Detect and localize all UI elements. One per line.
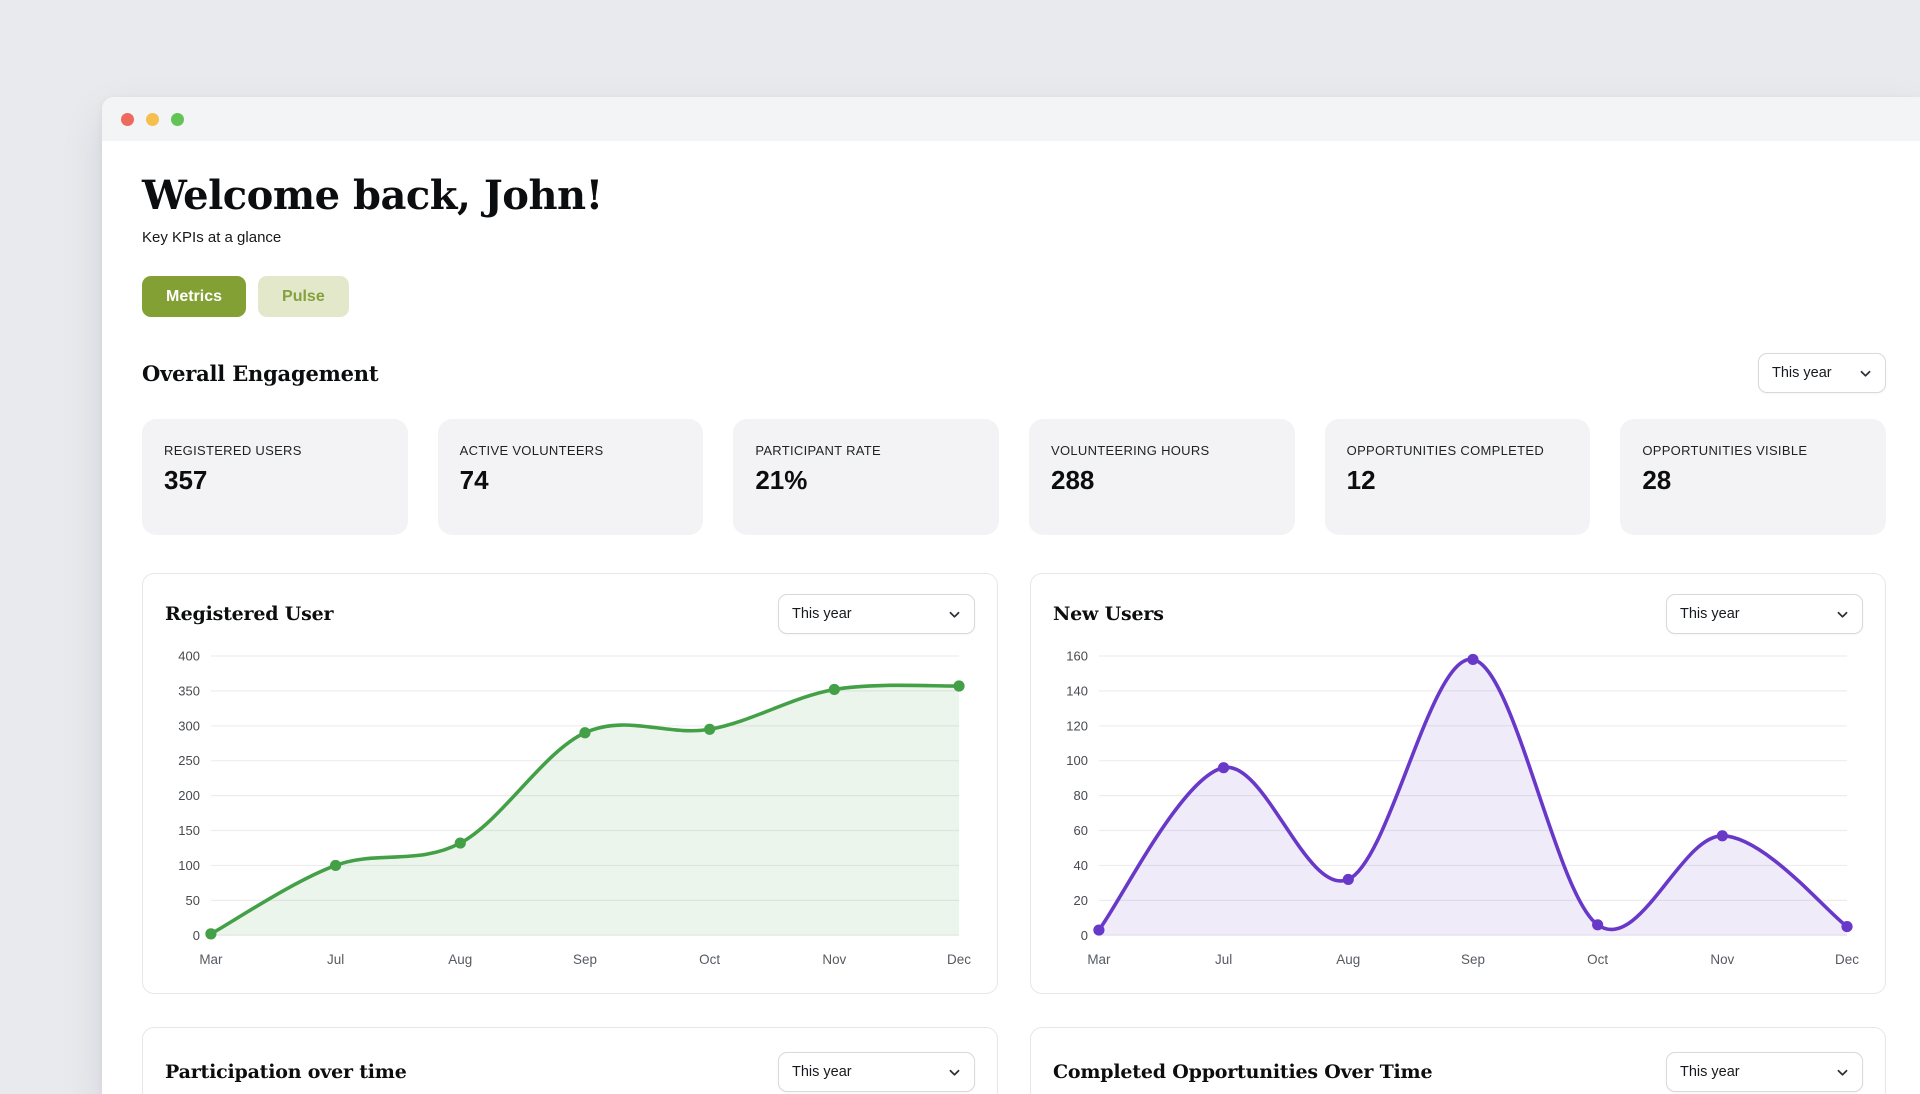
tab-pulse[interactable]: Pulse — [258, 276, 349, 317]
view-tabs: Metrics Pulse — [142, 276, 1886, 317]
chevron-down-icon — [1836, 1066, 1849, 1079]
app-window: Welcome back, John! Key KPIs at a glance… — [102, 97, 1920, 1094]
svg-text:Jul: Jul — [1215, 952, 1232, 967]
kpi-label: PARTICIPANT RATE — [755, 443, 977, 458]
svg-text:Mar: Mar — [1087, 952, 1111, 967]
engagement-period-value: This year — [1772, 365, 1832, 381]
svg-text:300: 300 — [178, 718, 200, 733]
kpi-card-active-volunteers: ACTIVE VOLUNTEERS 74 — [438, 419, 704, 535]
registered-user-area-chart: 0 50 100 150 200 250 300 350 400 Mar Jul Aug Sep Oct N… — [165, 642, 975, 971]
svg-text:Aug: Aug — [1336, 952, 1360, 967]
page-subtitle: Key KPIs at a glance — [142, 229, 1886, 246]
svg-text:Nov: Nov — [822, 952, 846, 967]
kpi-value: 21% — [755, 465, 977, 496]
kpi-label: OPPORTUNITIES VISIBLE — [1642, 443, 1864, 458]
svg-text:Dec: Dec — [947, 952, 971, 967]
new-users-chart-title: New Users — [1053, 603, 1164, 625]
svg-text:Nov: Nov — [1710, 952, 1734, 967]
completed-opportunities-card: Completed Opportunities Over Time This y… — [1030, 1027, 1886, 1094]
kpi-label: OPPORTUNITIES COMPLETED — [1347, 443, 1569, 458]
new-users-period-select[interactable]: This year — [1666, 594, 1863, 634]
engagement-section-header: Overall Engagement This year — [142, 353, 1886, 393]
registered-user-chart-title: Registered User — [165, 603, 333, 625]
svg-text:140: 140 — [1066, 683, 1088, 698]
kpi-label: REGISTERED USERS — [164, 443, 386, 458]
window-titlebar — [102, 97, 1920, 141]
svg-text:160: 160 — [1066, 648, 1088, 663]
participation-over-time-card: Participation over time This year — [142, 1027, 998, 1094]
page-title: Welcome back, John! — [142, 173, 1886, 219]
chevron-down-icon — [948, 608, 961, 621]
engagement-section-title: Overall Engagement — [142, 361, 378, 386]
engagement-period-select[interactable]: This year — [1758, 353, 1886, 393]
participation-period-value: This year — [792, 1064, 852, 1080]
new-users-area-chart: 0 20 40 60 80 100 120 140 160 Mar Jul Aug Sep Oct Nov D… — [1053, 642, 1863, 971]
chevron-down-icon — [1859, 367, 1872, 380]
svg-text:Sep: Sep — [1461, 952, 1485, 967]
svg-text:0: 0 — [193, 928, 200, 943]
svg-text:Dec: Dec — [1835, 952, 1859, 967]
kpi-card-participant-rate: PARTICIPANT RATE 21% — [733, 419, 999, 535]
completed-opportunities-period-select[interactable]: This year — [1666, 1052, 1863, 1092]
kpi-value: 28 — [1642, 465, 1864, 496]
new-users-chart-card: New Users This year 0 20 40 60 80 100 120 140 16… — [1030, 573, 1886, 994]
svg-text:100: 100 — [178, 858, 200, 873]
svg-text:120: 120 — [1066, 718, 1088, 733]
svg-text:20: 20 — [1074, 893, 1088, 908]
charts-row: Registered User This year 05010015020025… — [142, 573, 1886, 994]
svg-text:Mar: Mar — [199, 952, 223, 967]
traffic-light-close-icon[interactable] — [121, 113, 134, 126]
kpi-label: VOLUNTEERING HOURS — [1051, 443, 1273, 458]
svg-text:200: 200 — [178, 788, 200, 803]
chevron-down-icon — [1836, 608, 1849, 621]
kpi-card-volunteering-hours: VOLUNTEERING HOURS 288 — [1029, 419, 1295, 535]
completed-opportunities-title: Completed Opportunities Over Time — [1053, 1061, 1432, 1083]
completed-opportunities-period-value: This year — [1680, 1064, 1740, 1080]
participation-over-time-title: Participation over time — [165, 1061, 407, 1083]
participation-period-select[interactable]: This year — [778, 1052, 975, 1092]
svg-text:400: 400 — [178, 648, 200, 663]
svg-text:60: 60 — [1074, 823, 1088, 838]
svg-text:350: 350 — [178, 683, 200, 698]
svg-text:Oct: Oct — [1587, 952, 1608, 967]
kpi-value: 12 — [1347, 465, 1569, 496]
chevron-down-icon — [948, 1066, 961, 1079]
kpi-card-registered-users: REGISTERED USERS 357 — [142, 419, 408, 535]
kpi-card-opportunities-completed: OPPORTUNITIES COMPLETED 12 — [1325, 419, 1591, 535]
kpi-value: 357 — [164, 465, 386, 496]
svg-text:Aug: Aug — [448, 952, 472, 967]
bottom-charts-row: Participation over time This year Comple… — [142, 1027, 1886, 1094]
svg-text:80: 80 — [1074, 788, 1088, 803]
kpi-value: 74 — [460, 465, 682, 496]
tab-metrics[interactable]: Metrics — [142, 276, 246, 317]
kpi-grid: REGISTERED USERS 357 ACTIVE VOLUNTEERS 7… — [142, 419, 1886, 535]
kpi-value: 288 — [1051, 465, 1273, 496]
registered-user-period-select[interactable]: This year — [778, 594, 975, 634]
svg-text:Jul: Jul — [327, 952, 344, 967]
traffic-light-zoom-icon[interactable] — [171, 113, 184, 126]
kpi-card-opportunities-visible: OPPORTUNITIES VISIBLE 28 — [1620, 419, 1886, 535]
svg-text:Oct: Oct — [699, 952, 720, 967]
svg-text:Sep: Sep — [573, 952, 597, 967]
svg-text:50: 50 — [186, 893, 200, 908]
svg-text:250: 250 — [178, 753, 200, 768]
new-users-period-value: This year — [1680, 606, 1740, 622]
kpi-label: ACTIVE VOLUNTEERS — [460, 443, 682, 458]
svg-text:150: 150 — [178, 823, 200, 838]
svg-text:40: 40 — [1074, 858, 1088, 873]
svg-text:0: 0 — [1081, 928, 1088, 943]
traffic-light-minimize-icon[interactable] — [146, 113, 159, 126]
registered-user-chart-card: Registered User This year 0 50 100 150 200 25… — [142, 573, 998, 994]
svg-text:100: 100 — [1066, 753, 1088, 768]
registered-user-period-value: This year — [792, 606, 852, 622]
dashboard-content: Welcome back, John! Key KPIs at a glance… — [102, 141, 1920, 1094]
